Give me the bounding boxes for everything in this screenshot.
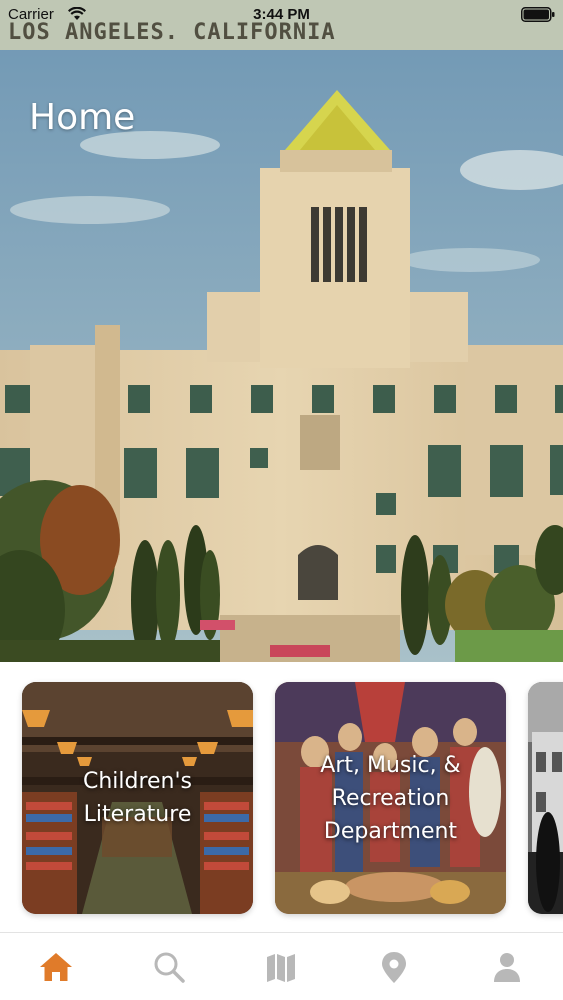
- page-title: Home: [29, 97, 136, 138]
- category-card-art-music-recreation[interactable]: Art, Music, & Recreation Department: [275, 682, 506, 914]
- tab-bar: [0, 932, 563, 1000]
- tab-locations[interactable]: [364, 937, 424, 997]
- card-label: Art, Music, & Recreation Department: [320, 752, 461, 844]
- tab-profile[interactable]: [477, 937, 537, 997]
- category-card-childrens-literature[interactable]: Children's Literature: [22, 682, 253, 914]
- status-time: 3:44 PM: [253, 6, 310, 23]
- hero-image: LOS ANGELES. CALIFORNIA Home: [0, 0, 563, 662]
- tab-map[interactable]: [251, 937, 311, 997]
- battery-icon: [521, 7, 555, 22]
- map-icon: [267, 953, 296, 982]
- tab-home[interactable]: [26, 937, 86, 997]
- card-label: Children's Literature: [82, 769, 193, 827]
- category-carousel[interactable]: Children's Literature Art, Music, & Recr…: [0, 662, 563, 932]
- tab-search[interactable]: [139, 937, 199, 997]
- location-pin-icon: [382, 951, 407, 983]
- search-icon: [154, 952, 185, 983]
- home-icon: [40, 952, 73, 981]
- card-label: [536, 682, 563, 914]
- category-card-partial[interactable]: [528, 682, 563, 914]
- profile-icon: [493, 952, 520, 982]
- status-bar: Carrier 3:44 PM: [0, 0, 563, 28]
